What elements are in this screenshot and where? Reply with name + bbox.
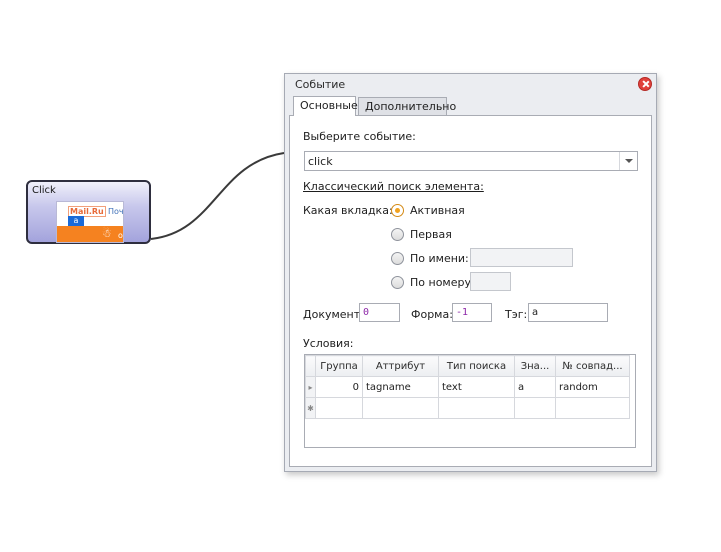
chevron-down-icon[interactable] — [619, 152, 637, 170]
document-label: Документ: — [303, 308, 364, 321]
document-input[interactable]: 0 — [359, 303, 400, 322]
by-number-input[interactable] — [470, 272, 511, 291]
event-dialog: Событие Основные Дополнительно Выберите … — [284, 73, 657, 472]
cell-match-number[interactable] — [555, 397, 630, 419]
cell-value[interactable]: a — [514, 376, 556, 398]
radio-by-number-label: По номеру: — [410, 276, 475, 289]
cell-value[interactable] — [514, 397, 556, 419]
thumbnail-link: Поч — [108, 207, 124, 216]
node-thumbnail: Mail.Ru a Поч ☃ ok — [56, 201, 124, 243]
ok-logo-icon: ☃ — [102, 227, 112, 240]
thumbnail-banner — [57, 226, 123, 242]
tab-basic-label: Основные — [300, 99, 358, 112]
node-title: Click — [32, 185, 56, 196]
new-row-icon: ✱ — [305, 397, 316, 419]
event-select-value: click — [308, 155, 333, 168]
radio-first-tab-label: Первая — [410, 228, 452, 241]
tag-label: Тэг: — [505, 308, 528, 321]
row-pointer-icon: ▸ — [305, 376, 316, 398]
table-row-new[interactable]: ✱ — [305, 397, 630, 419]
cell-match-number[interactable]: random — [555, 376, 630, 398]
table-row[interactable]: ▸ 0 tagname text a random — [305, 376, 630, 398]
form-input[interactable]: -1 — [452, 303, 492, 322]
event-select[interactable]: click — [304, 151, 638, 171]
by-name-input[interactable] — [470, 248, 573, 267]
event-label: Выберите событие: — [303, 130, 416, 143]
radio-active-tab[interactable] — [391, 204, 404, 217]
radio-first-tab[interactable] — [391, 228, 404, 241]
conditions-grid: Группа Аттрибут Тип поиска Зна... № совп… — [304, 354, 636, 448]
thumbnail-badge: a — [68, 216, 84, 226]
radio-by-name[interactable] — [391, 252, 404, 265]
cell-group[interactable]: 0 — [315, 376, 363, 398]
grid-header-group[interactable]: Группа — [315, 355, 363, 377]
cell-attribute[interactable] — [362, 397, 439, 419]
title-bar[interactable]: Событие — [285, 74, 656, 94]
action-node-click[interactable]: Click Mail.Ru a Поч ☃ ok — [26, 180, 151, 244]
cell-search-type[interactable]: text — [438, 376, 515, 398]
radio-by-name-label: По имени: — [410, 252, 469, 265]
cell-attribute[interactable]: tagname — [362, 376, 439, 398]
tag-input[interactable]: a — [528, 303, 608, 322]
radio-by-number[interactable] — [391, 276, 404, 289]
cell-group[interactable] — [315, 397, 363, 419]
tab-additional[interactable]: Дополнительно — [358, 97, 456, 116]
tab-panel-basic: Выберите событие: click Классический пои… — [289, 115, 652, 467]
grid-header-attribute[interactable]: Аттрибут — [362, 355, 439, 377]
conditions-table: Группа Аттрибут Тип поиска Зна... № совп… — [305, 355, 630, 419]
section-title: Классический поиск элемента: — [303, 180, 484, 193]
form-label: Форма: — [411, 308, 453, 321]
tab-additional-label: Дополнительно — [365, 100, 457, 113]
conditions-label: Условия: — [303, 337, 354, 350]
radio-active-tab-label: Активная — [410, 204, 465, 217]
cell-search-type[interactable] — [438, 397, 515, 419]
grid-header-indicator — [305, 355, 316, 377]
grid-header-value[interactable]: Зна... — [514, 355, 556, 377]
grid-header-match-number[interactable]: № совпад... — [555, 355, 630, 377]
tab-basic[interactable]: Основные — [293, 96, 358, 116]
window-title: Событие — [295, 78, 346, 91]
thumbnail-ok-text: ok — [118, 231, 123, 240]
grid-header-search-type[interactable]: Тип поиска — [438, 355, 515, 377]
close-icon[interactable] — [638, 77, 652, 91]
which-tab-label: Какая вкладка: — [303, 204, 393, 217]
grid-header-row: Группа Аттрибут Тип поиска Зна... № совп… — [305, 355, 630, 377]
